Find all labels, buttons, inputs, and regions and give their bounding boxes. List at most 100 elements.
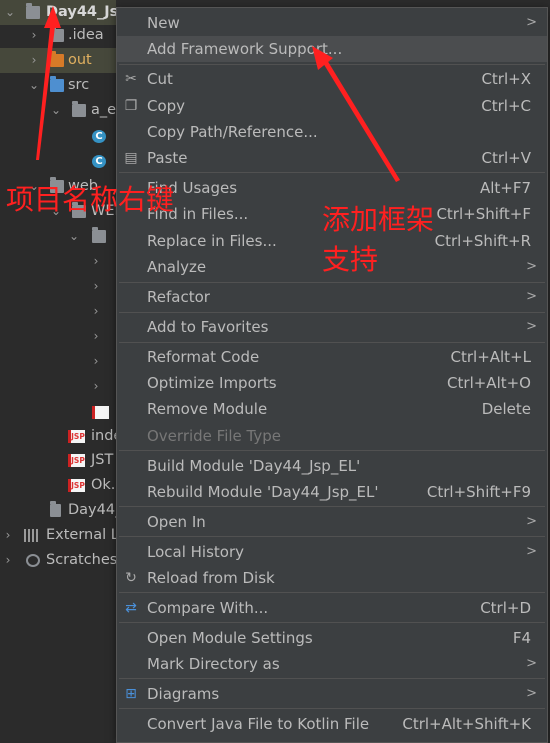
tree-row-out[interactable]: › out xyxy=(0,48,116,73)
tree-item-label: Ok. xyxy=(91,477,116,493)
tree-item-label: src xyxy=(68,77,90,93)
chevron-down-icon[interactable]: ⌄ xyxy=(4,0,16,25)
menu-item-refactor[interactable]: Refactor > xyxy=(117,284,547,310)
menu-item-shortcut: Ctrl+D xyxy=(480,599,531,617)
chevron-right-icon[interactable]: › xyxy=(28,48,40,73)
menu-item-label: Open Module Settings xyxy=(147,629,313,647)
menu-item-open-in[interactable]: Open In > xyxy=(117,509,547,535)
menu-item-new[interactable]: New > xyxy=(117,10,547,36)
paste-icon: ▤ xyxy=(124,150,138,166)
package-icon xyxy=(72,101,86,117)
chevron-right-icon[interactable]: › xyxy=(2,523,14,548)
menu-separator xyxy=(119,64,545,65)
jsp-file-icon: JSP xyxy=(68,479,85,492)
annotation-right-click-project: 项目名称右键 xyxy=(6,183,175,216)
chevron-down-icon[interactable]: ⌄ xyxy=(68,224,80,249)
menu-separator xyxy=(119,678,545,679)
tree-item-label: Day44_ xyxy=(68,502,123,518)
menu-item-shortcut: Delete xyxy=(481,400,531,418)
tree-item-label: a_e xyxy=(91,102,117,118)
menu-item-local-history[interactable]: Local History > xyxy=(117,539,547,565)
scratches-icon xyxy=(26,554,40,567)
module-folder-icon xyxy=(26,3,40,19)
submenu-arrow-icon: > xyxy=(526,319,537,334)
folder-icon xyxy=(92,227,106,243)
menu-item-label: Override File Type xyxy=(147,427,281,445)
context-menu: New > Add Framework Support... ✂ Cut Ctr… xyxy=(116,7,548,743)
menu-item-label: Copy xyxy=(147,97,186,115)
menu-item-label: Refactor xyxy=(147,288,210,306)
menu-item-label: Remove Module xyxy=(147,400,268,418)
tree-item-label: Scratches xyxy=(46,552,118,568)
menu-item-copy[interactable]: ❐ Copy Ctrl+C xyxy=(117,93,547,119)
menu-separator xyxy=(119,708,545,709)
excluded-folder-icon xyxy=(50,51,64,67)
chevron-right-icon[interactable]: › xyxy=(28,23,40,48)
chevron-down-icon[interactable]: ⌄ xyxy=(28,73,40,98)
annotation-add-framework-line1: 添加框架 xyxy=(322,203,435,236)
submenu-arrow-icon: > xyxy=(526,289,537,304)
menu-separator xyxy=(119,282,545,283)
menu-item-mark-directory-as[interactable]: Mark Directory as > xyxy=(117,651,547,677)
folder-icon xyxy=(50,26,64,42)
menu-item-shortcut: Ctrl+Shift+F9 xyxy=(426,483,531,501)
menu-item-reload-from-disk[interactable]: ↻ Reload from Disk xyxy=(117,565,547,591)
menu-separator xyxy=(119,172,545,173)
tree-row-root[interactable]: ⌄ Day44_Js xyxy=(0,0,119,25)
menu-item-convert-java-to-kotlin[interactable]: Convert Java File to Kotlin File Ctrl+Al… xyxy=(117,711,547,737)
menu-item-remove-module[interactable]: Remove Module Delete xyxy=(117,396,547,422)
reload-icon: ↻ xyxy=(125,570,137,586)
menu-item-label: Add Framework Support... xyxy=(147,40,343,58)
submenu-arrow-icon: > xyxy=(526,686,537,701)
chevron-right-icon[interactable]: › xyxy=(90,349,102,374)
menu-item-label: Copy Path/Reference... xyxy=(147,123,318,141)
menu-item-label: Convert Java File to Kotlin File xyxy=(147,715,370,733)
scissors-icon: ✂ xyxy=(125,71,137,87)
menu-item-label: Paste xyxy=(147,149,188,167)
menu-item-rebuild-module[interactable]: Rebuild Module 'Day44_Jsp_EL' Ctrl+Shift… xyxy=(117,479,547,505)
menu-item-add-framework-support[interactable]: Add Framework Support... xyxy=(117,36,547,62)
menu-item-reformat-code[interactable]: Reformat Code Ctrl+Alt+L xyxy=(117,344,547,370)
menu-item-label: Analyze xyxy=(147,258,207,276)
java-class-icon: C xyxy=(92,130,106,143)
menu-item-compare-with[interactable]: ⇄ Compare With... Ctrl+D xyxy=(117,595,547,621)
menu-item-label: Local History xyxy=(147,543,245,561)
menu-item-label: Open In xyxy=(147,513,206,531)
jsp-file-icon: JSP xyxy=(68,454,85,467)
menu-item-label: New xyxy=(147,14,180,32)
menu-item-open-module-settings[interactable]: Open Module Settings F4 xyxy=(117,625,547,651)
menu-item-build-module[interactable]: Build Module 'Day44_Jsp_EL' xyxy=(117,453,547,479)
menu-item-diagrams[interactable]: ⊞ Diagrams > xyxy=(117,681,547,707)
chevron-right-icon[interactable]: › xyxy=(2,548,14,573)
menu-item-shortcut: Ctrl+Alt+L xyxy=(450,348,532,366)
menu-item-shortcut: Ctrl+C xyxy=(481,97,531,115)
menu-item-label: Reload from Disk xyxy=(147,569,275,587)
chevron-down-icon[interactable]: ⌄ xyxy=(50,98,62,123)
chevron-right-icon[interactable]: › xyxy=(90,324,102,349)
menu-item-shortcut: Ctrl+Alt+Shift+K xyxy=(402,715,531,733)
menu-item-label: Diagrams xyxy=(147,685,220,703)
menu-item-label: Replace in Files... xyxy=(147,232,277,250)
menu-item-add-to-favorites[interactable]: Add to Favorites > xyxy=(117,314,547,340)
menu-item-optimize-imports[interactable]: Optimize Imports Ctrl+Alt+O xyxy=(117,370,547,396)
chevron-right-icon[interactable]: › xyxy=(90,274,102,299)
tree-item-label: JST xyxy=(91,452,114,468)
menu-separator xyxy=(119,506,545,507)
chevron-right-icon[interactable]: › xyxy=(90,374,102,399)
menu-item-label: Optimize Imports xyxy=(147,374,277,392)
chevron-right-icon[interactable]: › xyxy=(90,299,102,324)
submenu-arrow-icon: > xyxy=(526,15,537,30)
tree-root-label: Day44_Js xyxy=(46,4,119,20)
menu-item-find-usages[interactable]: Find Usages Alt+F7 xyxy=(117,175,547,201)
tree-item-label: .idea xyxy=(68,27,104,43)
menu-item-label: Cut xyxy=(147,70,173,88)
chevron-right-icon[interactable]: › xyxy=(90,249,102,274)
annotation-add-framework-line2: 支持 xyxy=(322,243,379,276)
menu-item-shortcut: Ctrl+Shift+R xyxy=(434,232,531,250)
menu-item-copy-path[interactable]: Copy Path/Reference... xyxy=(117,119,547,145)
menu-item-cut[interactable]: ✂ Cut Ctrl+X xyxy=(117,66,547,92)
menu-item-paste[interactable]: ▤ Paste Ctrl+V xyxy=(117,145,547,171)
diagram-icon: ⊞ xyxy=(125,686,137,702)
submenu-arrow-icon: > xyxy=(526,514,537,529)
menu-separator xyxy=(119,536,545,537)
